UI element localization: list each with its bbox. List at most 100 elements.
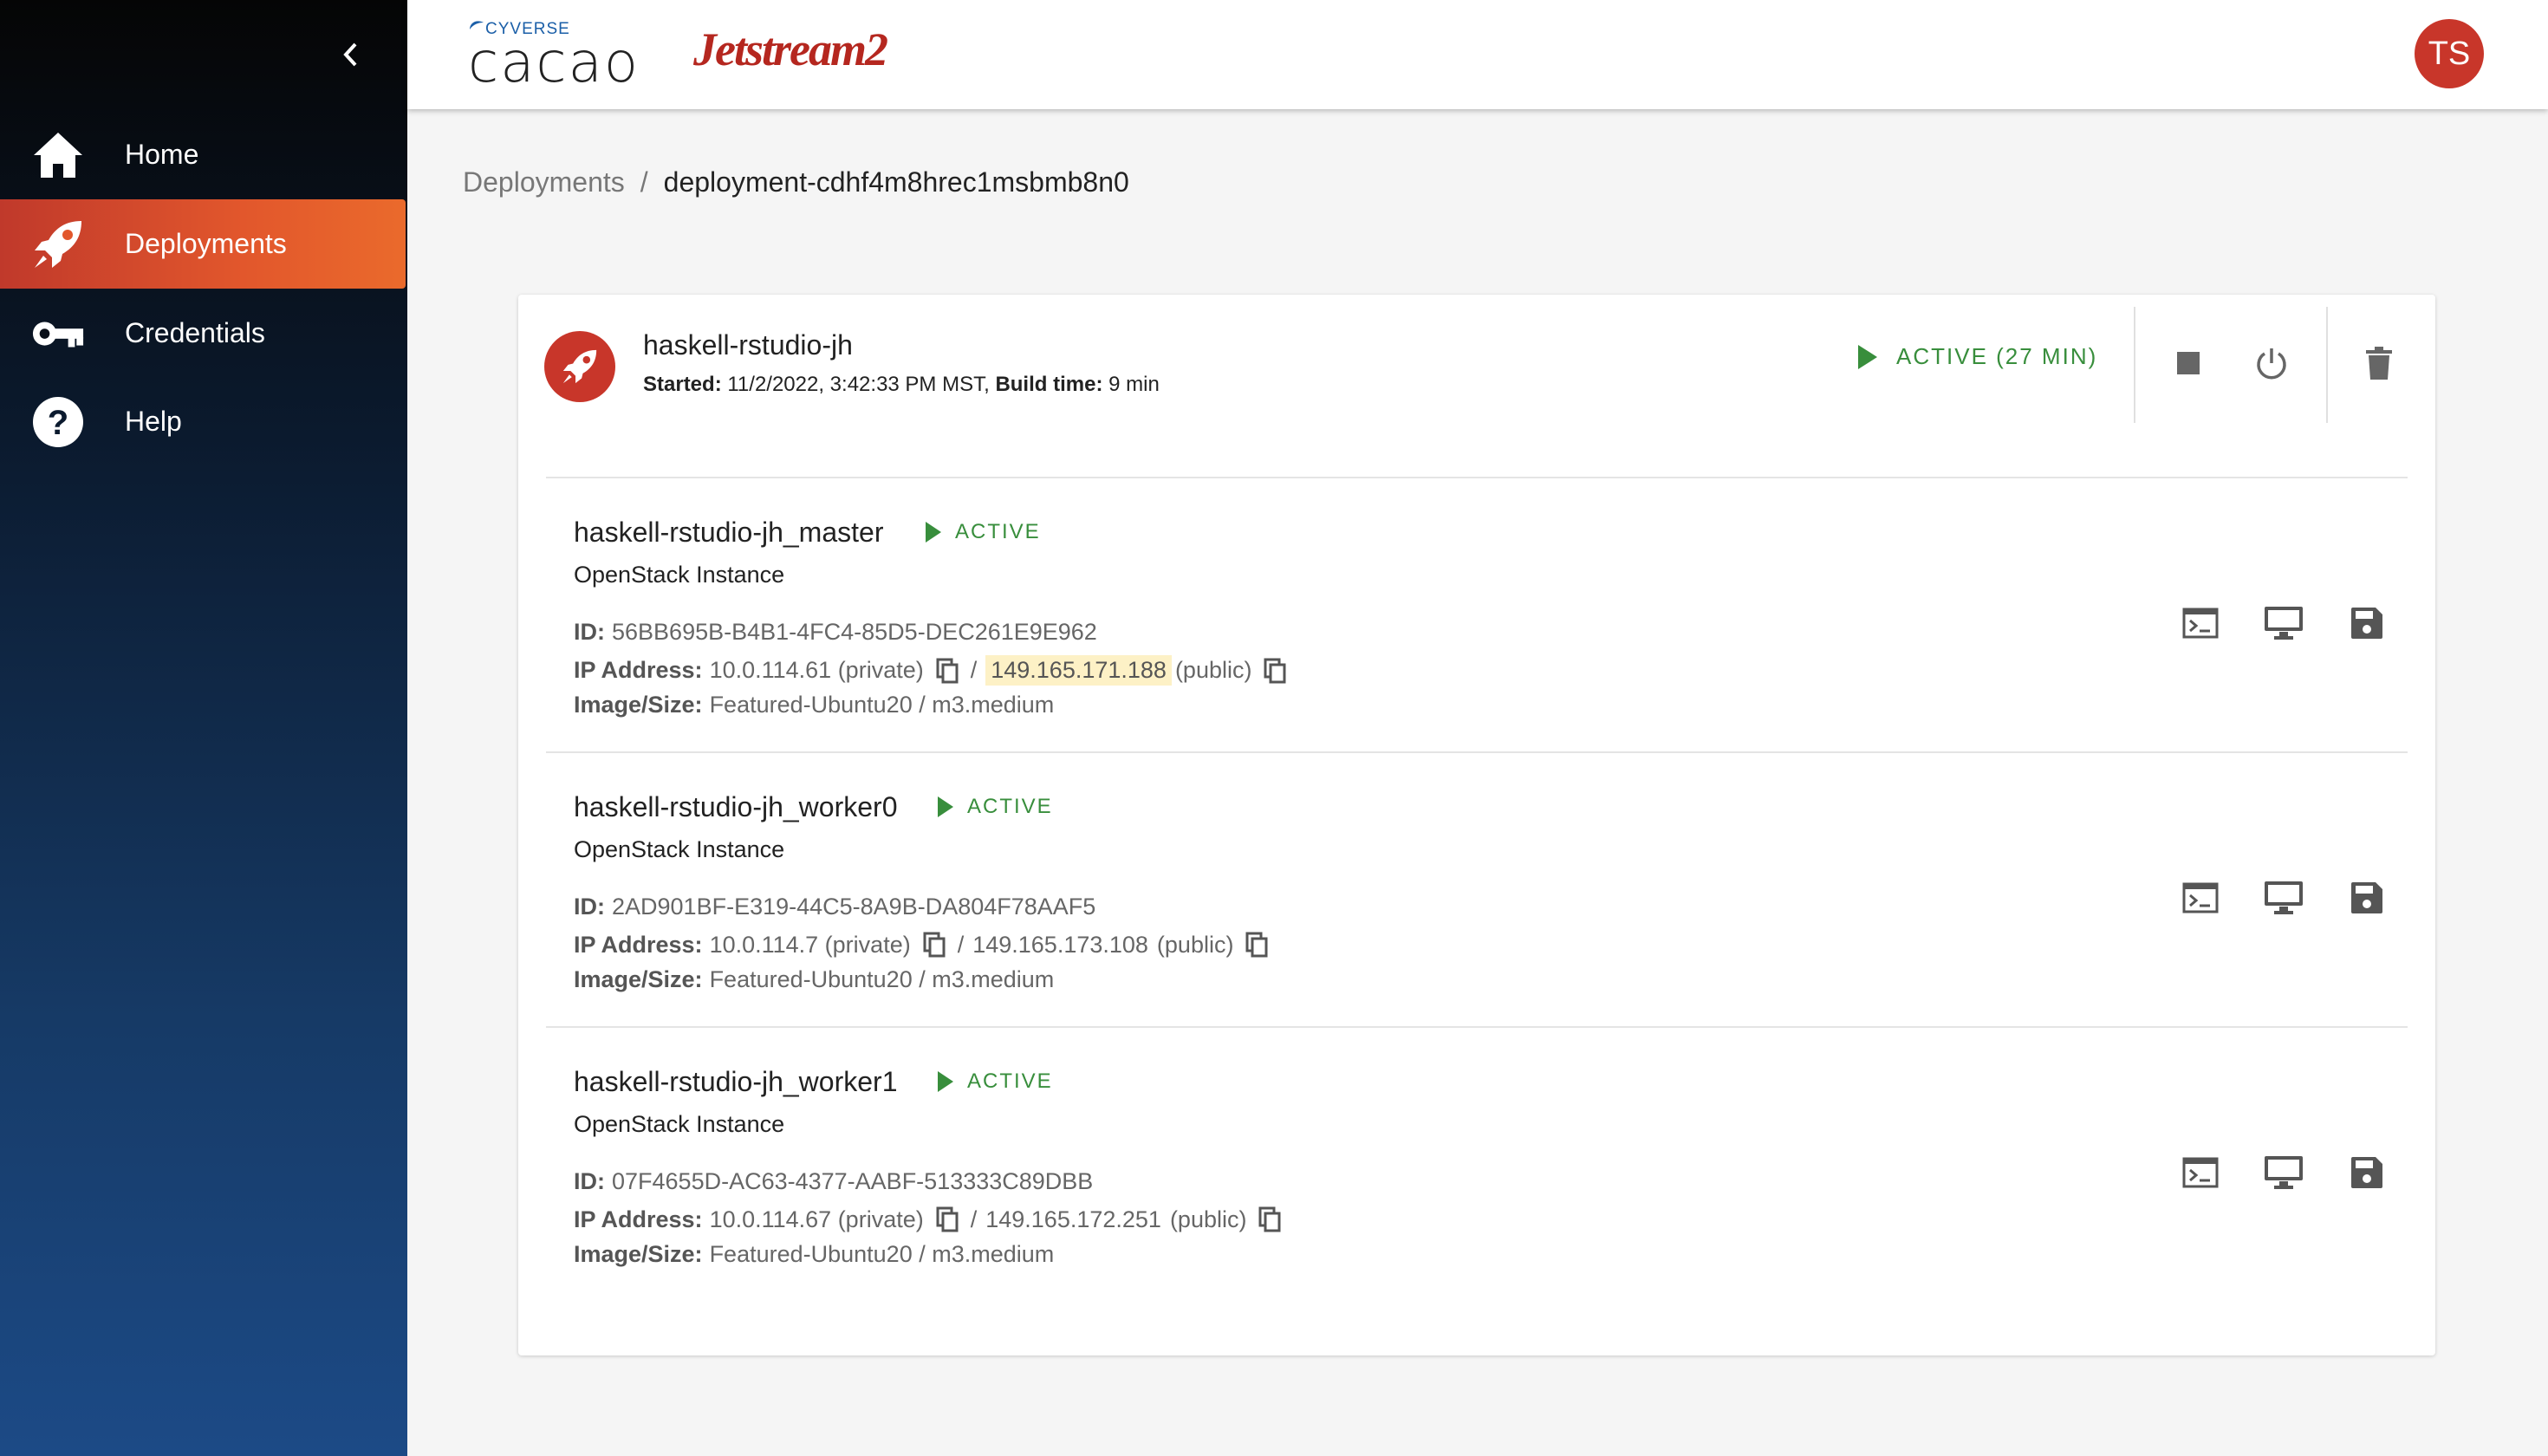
nav-item-home[interactable]: Home: [0, 110, 406, 199]
copy-icon: [1245, 932, 1268, 958]
deployment-status-text: ACTIVE (27 MIN): [1896, 343, 2098, 369]
top-header: CYVERSE cacao Jetstream2 TS: [407, 0, 2548, 109]
breadcrumb: Deployments / deployment-cdhf4m8hrec1msbmb…: [463, 166, 1129, 198]
instance-name: haskell-rstudio-jh_master: [574, 517, 884, 548]
jetstream-logo: Jetstream2: [693, 23, 888, 75]
public-suffix: (public): [1156, 931, 1234, 958]
desktop-icon: [2265, 1156, 2303, 1189]
instance-type: OpenStack Instance: [574, 836, 785, 862]
copy-private-ip-button[interactable]: [934, 656, 960, 686]
chevron-left-icon: [343, 42, 357, 67]
save-icon: [2351, 608, 2382, 639]
public-ip-highlighted: 149.165.171.188: [985, 655, 1172, 686]
power-icon: [2257, 348, 2286, 380]
sidebar: Home Deployments Credentials ? Help: [0, 0, 407, 1456]
instance-id-line: ID: 2AD901BF-E319-44C5-8A9B-DA804F78AAF5: [574, 894, 1095, 920]
copy-private-ip-button[interactable]: [921, 930, 947, 959]
trash-icon: [2366, 347, 2392, 380]
public-ip: 149.165.173.108: [972, 931, 1148, 958]
instance-card: haskell-rstudio-jh_worker0 ACTIVE OpenSt…: [518, 753, 2435, 1027]
desktop-button[interactable]: [2255, 595, 2312, 652]
instance-type: OpenStack Instance: [574, 1111, 785, 1137]
nav-item-deployments[interactable]: Deployments: [0, 199, 406, 289]
terminal-button[interactable]: [2172, 1144, 2229, 1201]
desktop-button[interactable]: [2255, 1144, 2312, 1201]
nav-label-help: Help: [125, 406, 182, 437]
save-image-button[interactable]: [2338, 869, 2395, 926]
home-icon: [31, 128, 85, 182]
instance-card: haskell-rstudio-jh_worker1 ACTIVE OpenSt…: [518, 1028, 2435, 1302]
stop-icon: [2177, 352, 2200, 374]
instance-card: haskell-rstudio-jh_master ACTIVE OpenSta…: [518, 478, 2435, 752]
copy-icon: [923, 932, 946, 958]
public-suffix: (public): [1174, 657, 1252, 683]
instance-id: 2AD901BF-E319-44C5-8A9B-DA804F78AAF5: [612, 894, 1096, 920]
play-icon: [938, 1071, 953, 1092]
instance-id: 07F4655D-AC63-4377-AABF-513333C89DBB: [612, 1168, 1094, 1194]
user-avatar[interactable]: TS: [2415, 19, 2484, 88]
rocket-icon: [31, 218, 85, 271]
save-image-button[interactable]: [2338, 1144, 2395, 1201]
instance-status: ACTIVE: [926, 520, 1041, 544]
play-icon: [938, 796, 953, 817]
copy-private-ip-button[interactable]: [934, 1205, 960, 1234]
build-time-label: Build time:: [995, 373, 1103, 396]
play-icon: [1858, 344, 1877, 369]
terminal-button[interactable]: [2172, 595, 2229, 652]
delete-button[interactable]: [2350, 335, 2408, 392]
ip-label: IP Address:: [574, 931, 703, 958]
instance-name: haskell-rstudio-jh_worker0: [574, 791, 898, 822]
divider: [2326, 307, 2328, 423]
copy-public-ip-button[interactable]: [1257, 1205, 1283, 1234]
terminal-icon: [2182, 1157, 2219, 1188]
instance-id-line: ID: 07F4655D-AC63-4377-AABF-513333C89DBB: [574, 1168, 1093, 1195]
image-size: Featured-Ubuntu20 / m3.medium: [709, 1241, 1055, 1267]
deployment-name: haskell-rstudio-jh: [643, 329, 853, 361]
image-label: Image/Size:: [574, 692, 703, 718]
terminal-icon: [2182, 608, 2219, 639]
copy-public-ip-button[interactable]: [1244, 930, 1270, 959]
instance-ip-line: IP Address: 10.0.114.61 (private) / 149.…: [574, 655, 1298, 686]
instance-status-text: ACTIVE: [967, 795, 1053, 818]
copy-icon: [1264, 658, 1286, 683]
copy-icon: [936, 1206, 959, 1232]
ip-separator: /: [957, 931, 965, 958]
instance-image-line: Image/Size: Featured-Ubuntu20 / m3.mediu…: [574, 692, 1054, 718]
nav-label-home: Home: [125, 139, 199, 170]
deployment-status: ACTIVE (27 MIN): [1858, 343, 2097, 370]
private-ip: 10.0.114.67 (private): [709, 1206, 924, 1232]
id-label: ID:: [574, 1168, 605, 1194]
image-size: Featured-Ubuntu20 / m3.medium: [709, 966, 1055, 992]
instance-status: ACTIVE: [938, 1069, 1053, 1094]
terminal-button[interactable]: [2172, 869, 2229, 926]
started-label: Started:: [643, 373, 722, 396]
save-icon: [2351, 1157, 2382, 1188]
help-icon: ?: [31, 395, 85, 449]
ip-label: IP Address:: [574, 1206, 703, 1232]
save-image-button[interactable]: [2338, 595, 2395, 652]
power-button[interactable]: [2243, 335, 2300, 392]
cacao-logo-text: cacao: [468, 31, 640, 95]
key-icon: [31, 307, 85, 361]
public-ip: 149.165.172.251: [985, 1206, 1161, 1232]
nav-item-credentials[interactable]: Credentials: [0, 289, 406, 378]
nav-item-help[interactable]: ? Help: [0, 377, 406, 466]
nav-label-credentials: Credentials: [125, 317, 265, 348]
stop-button[interactable]: [2160, 335, 2217, 392]
instance-ip-line: IP Address: 10.0.114.7 (private) / 149.1…: [574, 930, 1280, 959]
terminal-icon: [2182, 882, 2219, 913]
desktop-icon: [2265, 881, 2303, 914]
instance-status: ACTIVE: [938, 795, 1053, 819]
collapse-sidebar-button[interactable]: [329, 33, 373, 76]
breadcrumb-current: deployment-cdhf4m8hrec1msbmb8n0: [663, 166, 1129, 198]
started-value: 11/2/2022, 3:42:33 PM MST,: [727, 373, 990, 396]
instance-ip-line: IP Address: 10.0.114.67 (private) / 149.…: [574, 1205, 1293, 1234]
desktop-button[interactable]: [2255, 869, 2312, 926]
desktop-icon: [2265, 607, 2303, 640]
ip-separator: /: [970, 657, 978, 683]
public-suffix: (public): [1169, 1206, 1247, 1232]
breadcrumb-deployments-link[interactable]: Deployments: [463, 166, 625, 198]
divider: [2134, 307, 2135, 423]
copy-public-ip-button[interactable]: [1262, 656, 1288, 686]
deployment-rocket-icon: [544, 331, 615, 402]
